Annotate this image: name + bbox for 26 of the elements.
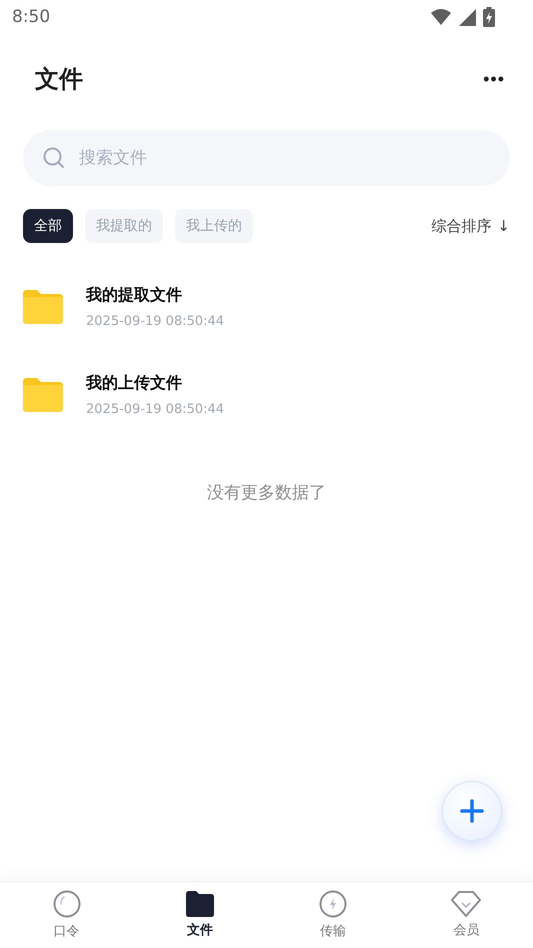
signal-icon [458,8,477,26]
tab[interactable]: 口令 [0,882,134,948]
circle-icon [52,890,81,918]
tab[interactable]: 会员 [400,882,533,948]
status-time: 8:50 [12,7,50,27]
battery-icon [483,7,495,27]
sort-button[interactable]: 综合排序 [431,216,492,236]
search-field[interactable]: 搜索文件 [23,130,510,186]
sort-arrow-icon: ↓ [497,217,510,235]
plus-icon [460,799,484,823]
page-title: 文件 [35,64,83,95]
folder-icon [23,378,63,412]
wifi-icon [430,8,452,26]
diamond-icon [451,891,482,917]
folder-icon [186,891,214,917]
empty-note: 没有更多数据了 [207,482,326,504]
more-button[interactable]: ••• [483,68,505,90]
file-date: 2025-09-19 08:50:44 [86,314,224,329]
file-name[interactable]: 我的上传文件 [86,373,224,394]
lightning-icon [319,890,348,918]
tab[interactable]: 传输 [266,882,400,948]
tab[interactable]: 文件 [133,882,266,948]
file-name[interactable]: 我的提取文件 [86,285,224,306]
filter-chip[interactable]: 全部 [23,209,73,243]
folder-icon [23,290,63,324]
file-date: 2025-09-19 08:50:44 [86,402,224,417]
